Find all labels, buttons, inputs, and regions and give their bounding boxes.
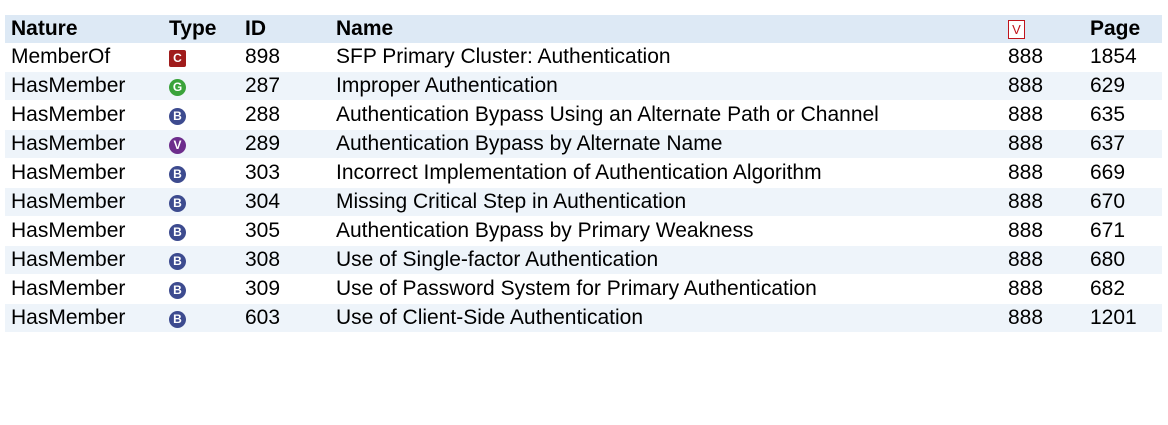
- table-row: HasMember G 287 Improper Authentication 888 6…: [5, 72, 1162, 101]
- name-cell[interactable]: Authentication Bypass Using an Alternate…: [336, 103, 1008, 127]
- category-icon: C: [169, 49, 186, 67]
- table-row: HasMember B 305 Authentication Bypass by Pr…: [5, 217, 1162, 246]
- name-cell[interactable]: Use of Single-factor Authentication: [336, 248, 1008, 272]
- id-cell[interactable]: 308: [245, 248, 336, 272]
- table-row: HasMember B 603 Use of Client-Side Authenti…: [5, 304, 1162, 333]
- base-icon: B: [169, 165, 186, 183]
- page-cell: 637: [1090, 132, 1126, 155]
- nature-cell: HasMember: [11, 306, 126, 329]
- nature-cell: MemberOf: [11, 45, 111, 68]
- id-cell[interactable]: 305: [245, 219, 336, 243]
- header-name: Name: [336, 17, 394, 40]
- type-cell: G: [163, 74, 245, 98]
- relationships-table: Nature Type ID Name V Page MemberOf C 898 S…: [5, 15, 1162, 333]
- nature-cell: HasMember: [11, 277, 126, 300]
- id-cell[interactable]: 303: [245, 161, 336, 185]
- base-icon: B: [169, 281, 186, 299]
- type-cell: B: [163, 306, 245, 330]
- type-cell: B: [163, 190, 245, 214]
- name-cell[interactable]: Authentication Bypass by Primary Weaknes…: [336, 219, 1008, 243]
- table-row: HasMember B 288 Authentication Bypass Using…: [5, 101, 1162, 130]
- page-cell: 1854: [1090, 45, 1137, 68]
- view-cell: 888: [1008, 74, 1044, 97]
- page-cell: 680: [1090, 248, 1126, 271]
- name-cell[interactable]: Authentication Bypass by Alternate Name: [336, 132, 1008, 156]
- page-cell: 629: [1090, 74, 1126, 97]
- base-icon: B: [169, 310, 186, 328]
- id-cell[interactable]: 309: [245, 277, 336, 301]
- view-cell: 888: [1008, 248, 1044, 271]
- type-cell: B: [163, 103, 245, 127]
- variant-icon: V: [169, 136, 186, 154]
- base-icon: B: [169, 223, 186, 241]
- header-page: Page: [1090, 17, 1141, 40]
- id-cell[interactable]: 289: [245, 132, 336, 156]
- header-id: ID: [245, 17, 266, 40]
- table-row: MemberOf C 898 SFP Primary Cluster: Authent…: [5, 43, 1162, 72]
- header-type: Type: [169, 17, 217, 40]
- nature-cell: HasMember: [11, 103, 126, 126]
- nature-cell: HasMember: [11, 219, 126, 242]
- name-cell[interactable]: Incorrect Implementation of Authenticati…: [336, 161, 1008, 185]
- page-cell: 670: [1090, 190, 1126, 213]
- id-cell[interactable]: 287: [245, 74, 336, 98]
- name-cell[interactable]: Improper Authentication: [336, 74, 1008, 98]
- view-cell: 888: [1008, 190, 1044, 213]
- table-row: HasMember B 304 Missing Critical Step in Au…: [5, 188, 1162, 217]
- view-cell: 888: [1008, 132, 1044, 155]
- id-cell[interactable]: 898: [245, 45, 336, 69]
- name-cell[interactable]: Use of Client-Side Authentication: [336, 306, 1008, 330]
- type-cell: B: [163, 277, 245, 301]
- view-icon: V: [1008, 19, 1025, 39]
- type-cell: C: [163, 45, 245, 69]
- header-view: V: [1008, 17, 1090, 41]
- class-icon: G: [169, 78, 186, 96]
- table-row: HasMember B 308 Use of Single-factor Authen…: [5, 246, 1162, 275]
- table-row: HasMember V 289 Authentication Bypass by Al…: [5, 130, 1162, 159]
- base-icon: B: [169, 107, 186, 125]
- view-cell: 888: [1008, 161, 1044, 184]
- table-row: HasMember B 309 Use of Password System for …: [5, 275, 1162, 304]
- page-cell: 669: [1090, 161, 1126, 184]
- type-cell: B: [163, 219, 245, 243]
- view-cell: 888: [1008, 277, 1044, 300]
- nature-cell: HasMember: [11, 161, 126, 184]
- id-cell[interactable]: 288: [245, 103, 336, 127]
- name-cell[interactable]: SFP Primary Cluster: Authentication: [336, 45, 1008, 69]
- nature-cell: HasMember: [11, 190, 126, 213]
- name-cell[interactable]: Missing Critical Step in Authentication: [336, 190, 1008, 214]
- page-cell: 635: [1090, 103, 1126, 126]
- type-cell: B: [163, 248, 245, 272]
- nature-cell: HasMember: [11, 74, 126, 97]
- header-nature: Nature: [11, 17, 78, 40]
- page-cell: 682: [1090, 277, 1126, 300]
- view-cell: 888: [1008, 103, 1044, 126]
- table-row: HasMember B 303 Incorrect Implementation of…: [5, 159, 1162, 188]
- view-cell: 888: [1008, 306, 1044, 329]
- nature-cell: HasMember: [11, 248, 126, 271]
- base-icon: B: [169, 194, 186, 212]
- view-cell: 888: [1008, 45, 1044, 68]
- nature-cell: HasMember: [11, 132, 126, 155]
- id-cell[interactable]: 304: [245, 190, 336, 214]
- table-body: MemberOf C 898 SFP Primary Cluster: Authent…: [5, 43, 1162, 333]
- view-cell: 888: [1008, 219, 1044, 242]
- table-header: Nature Type ID Name V Page: [5, 15, 1162, 43]
- page-cell: 671: [1090, 219, 1126, 242]
- type-cell: V: [163, 132, 245, 156]
- name-cell[interactable]: Use of Password System for Primary Authe…: [336, 277, 1008, 301]
- page-cell: 1201: [1090, 306, 1137, 329]
- type-cell: B: [163, 161, 245, 185]
- base-icon: B: [169, 252, 186, 270]
- id-cell[interactable]: 603: [245, 306, 336, 330]
